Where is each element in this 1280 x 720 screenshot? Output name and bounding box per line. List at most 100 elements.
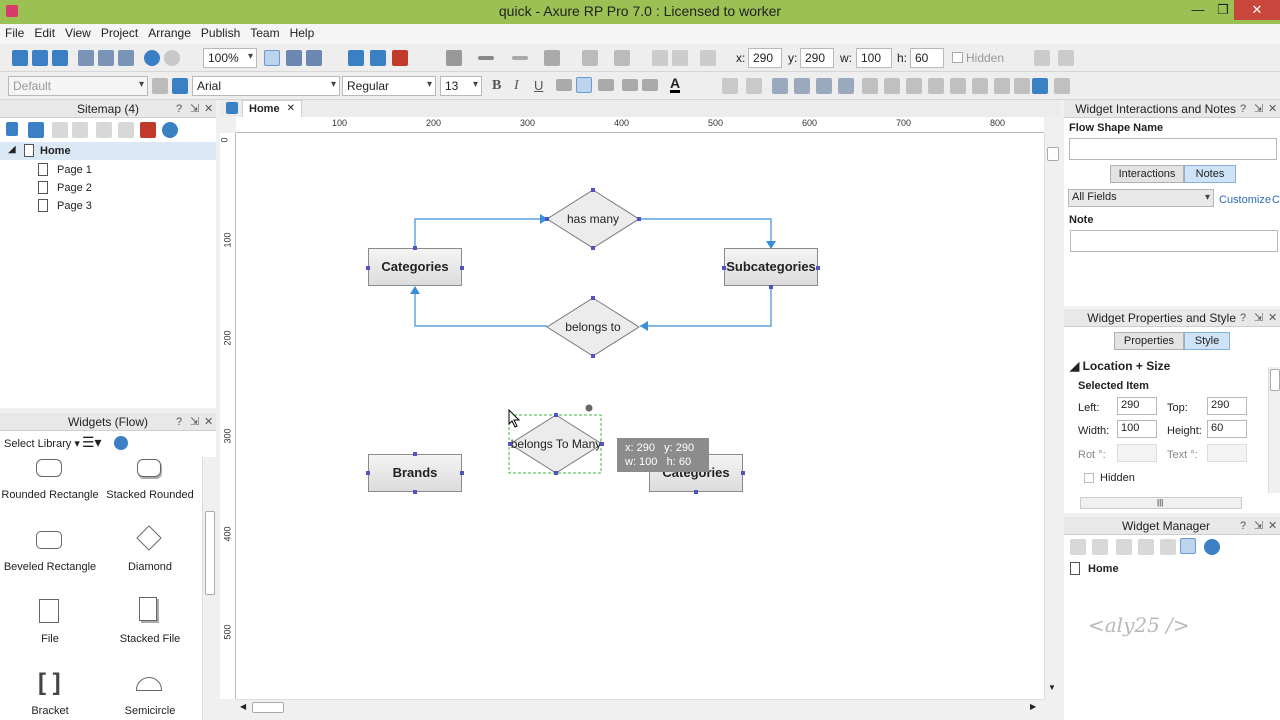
- widget-stacked-rounded[interactable]: Stacked Rounded: [100, 489, 200, 501]
- bracket-icon[interactable]: [ ]: [38, 669, 61, 697]
- share-icon[interactable]: [370, 50, 386, 66]
- note-textarea[interactable]: [1070, 230, 1278, 252]
- connector-line[interactable]: [640, 287, 772, 327]
- send-backward-icon[interactable]: [838, 78, 854, 94]
- add-page-icon[interactable]: [6, 122, 18, 136]
- left-input[interactable]: 290: [1117, 397, 1157, 415]
- undo-icon[interactable]: [144, 50, 160, 66]
- help-icon[interactable]: ?: [176, 100, 182, 118]
- scroll-down-arrow[interactable]: ▼: [1048, 683, 1056, 692]
- widget-semicircle[interactable]: Semicircle: [100, 705, 200, 717]
- manager-home[interactable]: Home: [1088, 563, 1119, 575]
- link-icon[interactable]: [642, 79, 658, 91]
- fill-color-icon[interactable]: [582, 50, 598, 66]
- close-panel-icon[interactable]: ✕: [1268, 517, 1277, 535]
- connection-handle[interactable]: [591, 354, 595, 358]
- pin-icon[interactable]: ⇲: [190, 413, 199, 431]
- new-icon[interactable]: [12, 50, 28, 66]
- connector-line[interactable]: [414, 218, 548, 248]
- ungroup-icon[interactable]: [746, 78, 762, 94]
- properties-v-scrollbar[interactable]: [1268, 367, 1280, 493]
- indent-icon[interactable]: [96, 122, 112, 138]
- align-middle-objects-icon[interactable]: [950, 78, 966, 94]
- h-input[interactable]: 60: [910, 48, 944, 68]
- tab-properties[interactable]: Properties: [1114, 332, 1184, 350]
- redo-icon[interactable]: [164, 50, 180, 66]
- help-icon[interactable]: ?: [1240, 100, 1246, 118]
- unlock-icon[interactable]: [1054, 78, 1070, 94]
- align-left-objects-icon[interactable]: [862, 78, 878, 94]
- move-up-icon[interactable]: [52, 122, 68, 138]
- open-icon[interactable]: [32, 50, 48, 66]
- widget-rounded-rectangle[interactable]: Rounded Rectangle: [0, 489, 100, 501]
- rotate-handle[interactable]: [585, 404, 593, 412]
- x-input[interactable]: 290: [748, 48, 782, 68]
- save-icon[interactable]: [52, 50, 68, 66]
- delete-icon[interactable]: [1160, 539, 1176, 555]
- location-size-section[interactable]: ◢ Location + Size: [1070, 359, 1170, 373]
- menu-team[interactable]: Team: [245, 24, 284, 40]
- menu-project[interactable]: Project: [96, 24, 143, 40]
- tab-notes[interactable]: Notes: [1184, 165, 1236, 183]
- font-size-select[interactable]: 13: [440, 76, 482, 96]
- canvas-h-scroll-thumb[interactable]: [252, 702, 284, 713]
- menu-arrange[interactable]: Arrange: [143, 24, 196, 40]
- text-rotation-input[interactable]: [1207, 444, 1247, 462]
- widget-diamond[interactable]: Diamond: [100, 561, 200, 573]
- rounded-rectangle-icon[interactable]: [36, 459, 62, 477]
- connection-handle[interactable]: [554, 471, 558, 475]
- line-style-icon[interactable]: [512, 56, 528, 60]
- tab-home[interactable]: Home ✕: [242, 100, 302, 117]
- text-padding-icon[interactable]: [700, 50, 716, 66]
- connection-handle[interactable]: [413, 490, 417, 494]
- connection-handle[interactable]: [591, 246, 595, 250]
- beveled-rectangle-icon[interactable]: [36, 531, 62, 549]
- align-center-objects-icon[interactable]: [884, 78, 900, 94]
- align-bottom-objects-icon[interactable]: [972, 78, 988, 94]
- underline-button[interactable]: U: [534, 78, 543, 93]
- rotation-input[interactable]: [1117, 444, 1157, 462]
- connection-handle[interactable]: [722, 266, 726, 270]
- collapse-icon[interactable]: ◢: [8, 144, 16, 155]
- subcategories-shape[interactable]: Subcategories: [724, 248, 818, 286]
- sitemap-page-1[interactable]: Page 1: [57, 164, 92, 176]
- select-mode-icon[interactable]: [264, 50, 280, 66]
- file-icon[interactable]: [39, 599, 59, 623]
- hidden-checkbox[interactable]: [952, 52, 963, 63]
- clear-link[interactable]: Cl: [1272, 194, 1280, 206]
- sitemap-home[interactable]: Home: [40, 145, 71, 157]
- border-color-icon[interactable]: [446, 50, 462, 66]
- connector-mode-icon[interactable]: [286, 50, 302, 66]
- line-weight-icon[interactable]: [478, 56, 494, 60]
- sitemap-page-2[interactable]: Page 2: [57, 182, 92, 194]
- shadow-icon[interactable]: [614, 50, 630, 66]
- connection-handle[interactable]: [694, 490, 698, 494]
- properties-scroll-thumb[interactable]: [1270, 369, 1280, 391]
- delete-page-icon[interactable]: [140, 122, 156, 138]
- diamond-icon[interactable]: [136, 525, 162, 551]
- menu-view[interactable]: View: [60, 24, 96, 40]
- add-folder-icon[interactable]: [28, 122, 44, 138]
- connection-handle[interactable]: [637, 217, 641, 221]
- connection-handle[interactable]: [413, 452, 417, 456]
- format-painter-icon[interactable]: [152, 78, 168, 94]
- select-library-dropdown[interactable]: Select Library ▾: [4, 437, 80, 450]
- style-select[interactable]: Default: [8, 76, 148, 96]
- align-left-icon[interactable]: [556, 79, 572, 91]
- align-right-objects-icon[interactable]: [906, 78, 922, 94]
- widgets-scrollbar[interactable]: [202, 457, 216, 720]
- tab-style[interactable]: Style: [1184, 332, 1230, 350]
- canvas-v-scroll-thumb[interactable]: [1047, 147, 1059, 161]
- paste-icon[interactable]: [118, 50, 134, 66]
- sitemap-page-3[interactable]: Page 3: [57, 200, 92, 212]
- move-down-icon[interactable]: [1138, 539, 1154, 555]
- help-icon[interactable]: ?: [1240, 309, 1246, 327]
- copy-icon[interactable]: [98, 50, 114, 66]
- menu-icon[interactable]: ☰▾: [82, 434, 102, 451]
- help-icon[interactable]: ?: [1240, 517, 1246, 535]
- connection-handle[interactable]: [600, 442, 604, 446]
- top-input[interactable]: 290: [1207, 397, 1247, 415]
- semicircle-icon[interactable]: [136, 677, 162, 691]
- bold-button[interactable]: B: [492, 78, 501, 94]
- zoom-select[interactable]: 100%: [203, 48, 257, 68]
